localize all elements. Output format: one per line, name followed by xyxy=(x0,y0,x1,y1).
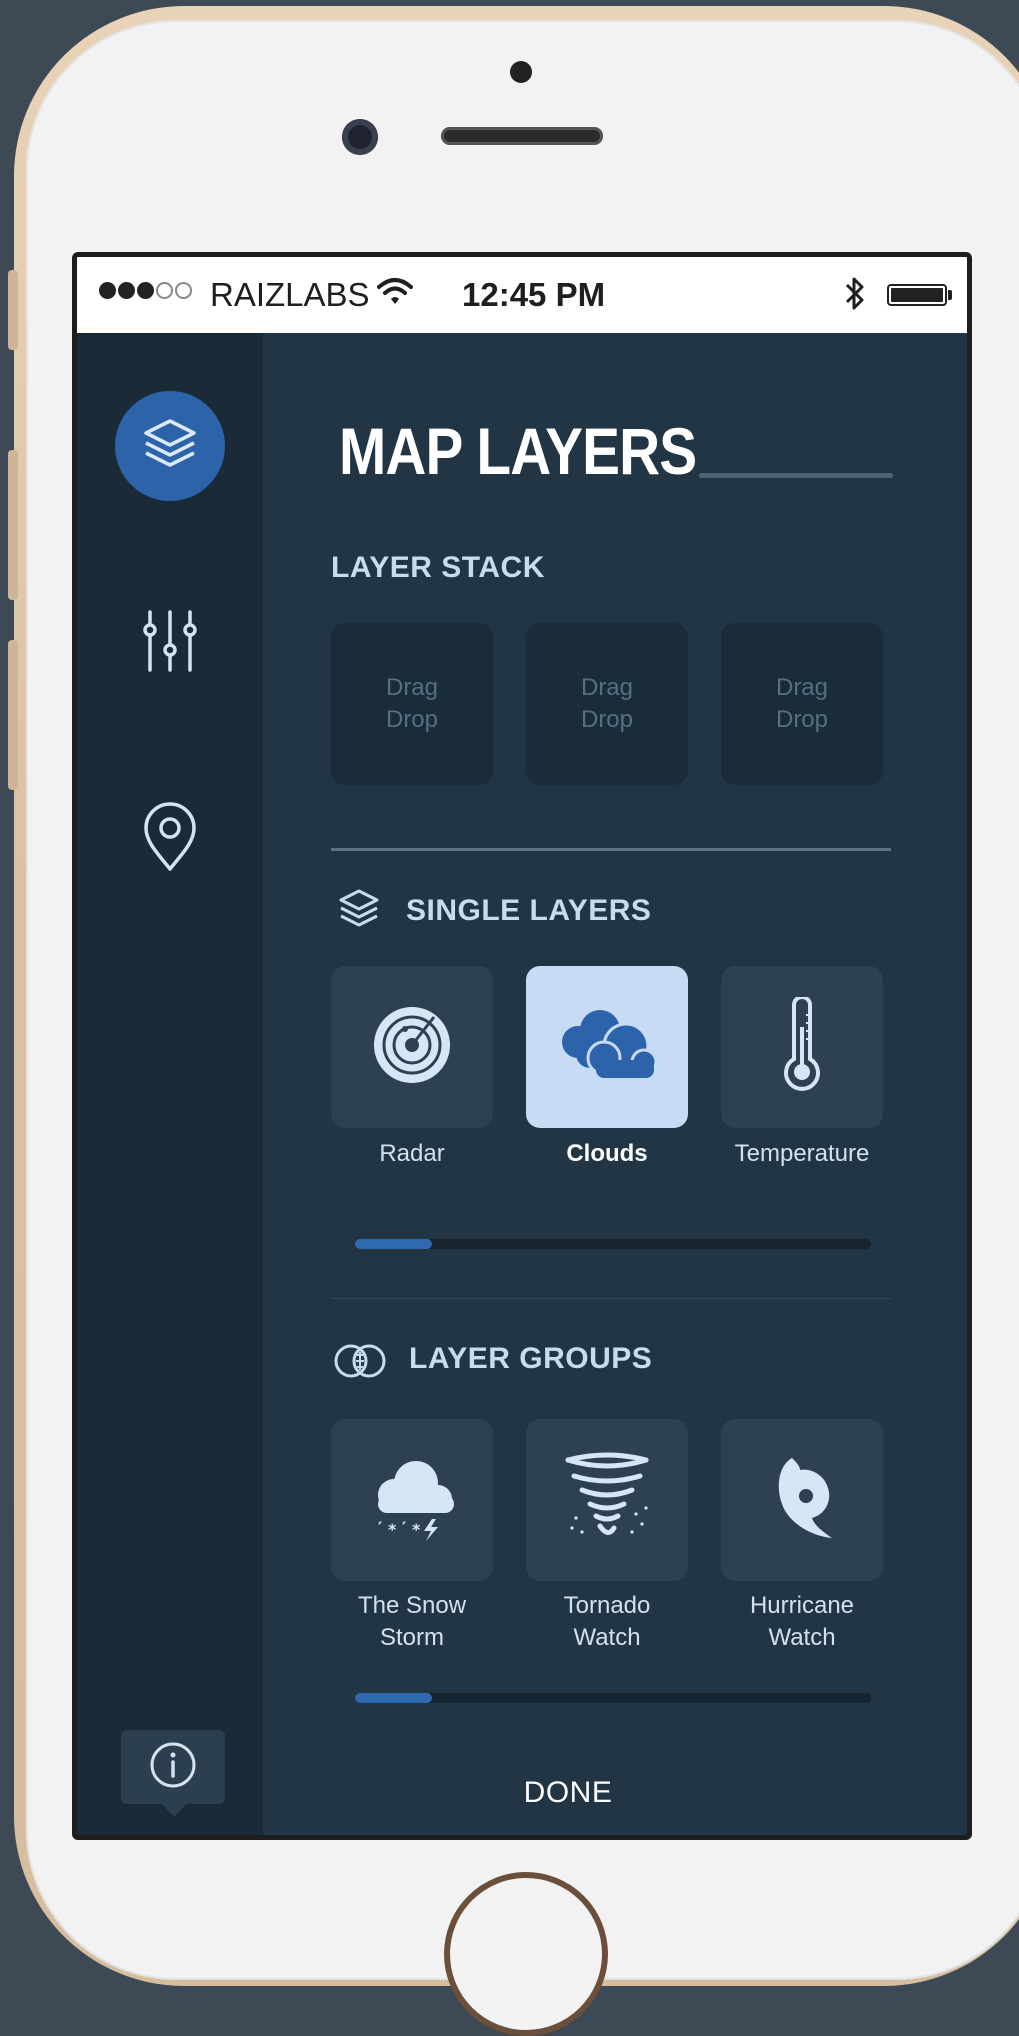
battery-icon xyxy=(887,284,947,306)
carrier-name: RAIZLABS xyxy=(210,276,370,313)
layer-stack-heading: LAYER STACK xyxy=(331,551,545,584)
map-pin-icon xyxy=(142,801,198,877)
drop-slot[interactable]: Drag Drop xyxy=(526,623,688,785)
single-layers-heading: SINGLE LAYERS xyxy=(406,894,652,927)
layer-groups-heading: LAYER GROUPS xyxy=(409,1342,653,1375)
signal-dot xyxy=(156,282,173,299)
svg-text:*: * xyxy=(388,1520,397,1539)
group-tile-hurricane-watch[interactable] xyxy=(721,1419,883,1581)
drop-slot-line: Drag xyxy=(775,674,829,701)
earpiece-speaker xyxy=(441,127,603,145)
drop-slot-line: Drag xyxy=(385,674,439,701)
signal-dot xyxy=(118,282,135,299)
sidebar-item-layers[interactable] xyxy=(115,391,225,501)
clock: 12:45 PM xyxy=(462,276,606,313)
phone-mute-switch xyxy=(8,270,18,350)
layer-label: Clouds xyxy=(566,1140,648,1167)
page-title: MAP LAYERS xyxy=(339,414,697,488)
snowstorm-icon: ′ * ′ * xyxy=(366,1453,458,1548)
info-icon xyxy=(149,1741,197,1794)
section-divider xyxy=(331,848,891,851)
group-label-line: The Snow xyxy=(357,1592,467,1619)
layer-label: Radar xyxy=(379,1140,445,1167)
front-camera xyxy=(342,119,378,155)
venn-icon xyxy=(333,1343,387,1384)
group-label-line: Watch xyxy=(573,1624,641,1651)
phone-volume-down xyxy=(8,640,18,790)
group-label-line: Tornado xyxy=(563,1592,651,1619)
done-button[interactable]: DONE xyxy=(488,1776,648,1810)
single-layers-scrollbar[interactable] xyxy=(355,1239,871,1249)
drop-slot[interactable]: Drag Drop xyxy=(331,623,493,785)
layer-tile-clouds[interactable] xyxy=(526,966,688,1128)
group-tile-tornado-watch[interactable] xyxy=(526,1419,688,1581)
group-tile-snow-storm[interactable]: ′ * ′ * xyxy=(331,1419,493,1581)
phone-volume-up xyxy=(8,450,18,600)
layer-groups-scroll-thumb[interactable] xyxy=(355,1693,433,1703)
title-underline xyxy=(699,473,893,478)
svg-text:′: ′ xyxy=(402,1518,406,1537)
group-label: Tornado Watch xyxy=(517,1590,697,1654)
group-label: Hurricane Watch xyxy=(712,1590,892,1654)
drop-slot-line: Drop xyxy=(775,706,829,733)
info-tooltip-tail xyxy=(161,1803,187,1817)
layer-groups-scrollbar[interactable] xyxy=(355,1693,871,1703)
cloud-icon xyxy=(556,1008,658,1087)
proximity-sensor xyxy=(510,61,532,83)
svg-text:′: ′ xyxy=(378,1518,382,1537)
layer-tile-temperature[interactable] xyxy=(721,966,883,1128)
sidebar-item-location[interactable] xyxy=(141,801,199,877)
home-button[interactable] xyxy=(444,1872,608,2036)
drop-slot-line: Drag xyxy=(580,674,634,701)
battery-tip xyxy=(948,290,952,300)
drop-slot-line: Drop xyxy=(580,706,634,733)
group-label: The Snow Storm xyxy=(322,1590,502,1654)
layer-label: Temperature xyxy=(734,1140,870,1167)
signal-dot xyxy=(175,282,192,299)
group-label-line: Watch xyxy=(768,1624,836,1651)
device-screen: RAIZLABS 12:45 PM MAP LAYERS LAYER STACK… xyxy=(72,252,972,1840)
wifi-icon xyxy=(377,277,413,315)
tornado-icon xyxy=(562,1452,652,1549)
group-label-line: Storm xyxy=(379,1624,444,1651)
hurricane-icon xyxy=(770,1456,834,1545)
map-layers-panel: MAP LAYERS LAYER STACK Drag Drop Drag Drop… xyxy=(263,333,967,1835)
sidebar xyxy=(77,333,263,1835)
sliders-icon xyxy=(140,609,200,677)
single-layers-scroll-thumb[interactable] xyxy=(355,1239,433,1249)
section-divider xyxy=(331,1298,891,1299)
layer-tile-radar[interactable] xyxy=(331,966,493,1128)
group-label-line: Hurricane xyxy=(749,1592,855,1619)
info-button[interactable] xyxy=(121,1730,225,1804)
signal-dot xyxy=(99,282,116,299)
layers-icon xyxy=(337,888,381,935)
signal-dot xyxy=(137,282,154,299)
thermometer-icon xyxy=(780,994,824,1098)
signal-strength-indicator xyxy=(99,282,192,299)
layers-icon xyxy=(142,417,198,476)
svg-text:*: * xyxy=(412,1520,421,1539)
bluetooth-icon xyxy=(842,275,868,321)
sidebar-item-filters[interactable] xyxy=(139,609,201,677)
status-bar: RAIZLABS 12:45 PM xyxy=(77,257,967,333)
drop-slot-line: Drop xyxy=(385,706,439,733)
drop-slot[interactable]: Drag Drop xyxy=(721,623,883,785)
radar-icon xyxy=(372,1005,452,1090)
